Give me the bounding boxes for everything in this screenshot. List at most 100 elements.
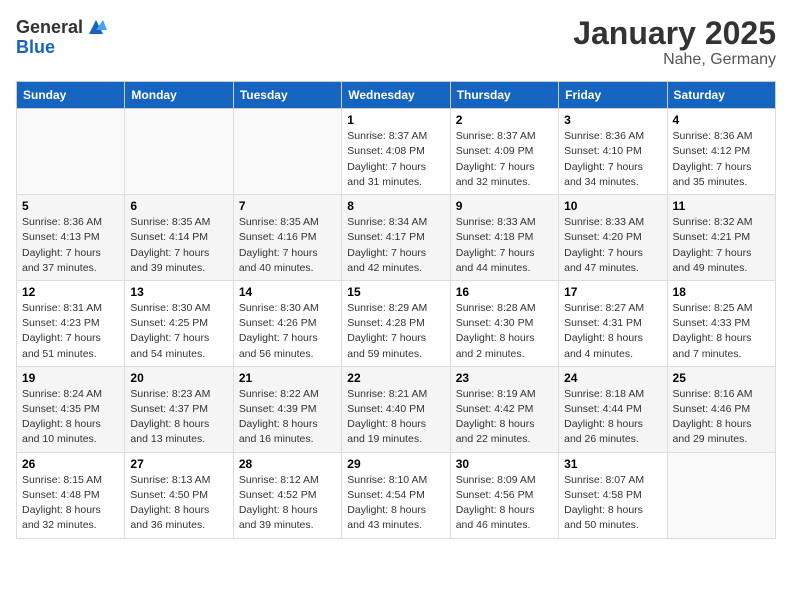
- calendar-cell: 4 Sunrise: 8:36 AM Sunset: 4:12 PM Daylig…: [667, 109, 775, 195]
- weekday-header-thursday: Thursday: [450, 82, 558, 109]
- calendar-cell: 28 Sunrise: 8:12 AM Sunset: 4:52 PM Dayli…: [233, 452, 341, 538]
- day-number: 31: [564, 457, 661, 471]
- calendar-cell: [667, 452, 775, 538]
- weekday-header-wednesday: Wednesday: [342, 82, 450, 109]
- day-info: Sunrise: 8:33 AM Sunset: 4:20 PM Dayligh…: [564, 215, 661, 276]
- calendar-cell: 24Sunrise: 8:18 AM Sunset: 4:44 PM Dayli…: [559, 366, 667, 452]
- calendar-cell: 12Sunrise: 8:31 AM Sunset: 4:23 PM Dayli…: [17, 280, 125, 366]
- weekday-header-tuesday: Tuesday: [233, 82, 341, 109]
- day-number: 11: [673, 199, 770, 213]
- day-info: Sunrise: 8:18 AM Sunset: 4:44 PM Dayligh…: [564, 387, 661, 448]
- day-number: 25: [673, 371, 770, 385]
- day-number: 19: [22, 371, 119, 385]
- calendar-cell: 13 Sunrise: 8:30 AM Sunset: 4:25 PM Dayli…: [125, 280, 233, 366]
- logo-icon: [85, 16, 107, 38]
- day-info: Sunrise: 8:27 AM Sunset: 4:31 PM Dayligh…: [564, 301, 661, 362]
- day-info: Sunrise: 8:10 AM Sunset: 4:54 PM Dayligh…: [347, 473, 444, 534]
- calendar-cell: 9Sunrise: 8:33 AM Sunset: 4:18 PM Daylig…: [450, 195, 558, 281]
- calendar-cell: 26Sunrise: 8:15 AM Sunset: 4:48 PM Dayli…: [17, 452, 125, 538]
- day-number: 4: [673, 113, 770, 127]
- weekday-header-row: SundayMondayTuesdayWednesdayThursdayFrid…: [17, 82, 776, 109]
- day-number: 18: [673, 285, 770, 299]
- day-number: 12: [22, 285, 119, 299]
- weekday-header-monday: Monday: [125, 82, 233, 109]
- calendar-cell: 31 Sunrise: 8:07 AM Sunset: 4:58 PM Dayli…: [559, 452, 667, 538]
- logo: General Blue: [16, 16, 107, 56]
- day-number: 23: [456, 371, 553, 385]
- day-number: 30: [456, 457, 553, 471]
- day-info: Sunrise: 8:35 AM Sunset: 4:14 PM Dayligh…: [130, 215, 227, 276]
- day-info: Sunrise: 8:12 AM Sunset: 4:52 PM Dayligh…: [239, 473, 336, 534]
- calendar-cell: 16Sunrise: 8:28 AM Sunset: 4:30 PM Dayli…: [450, 280, 558, 366]
- day-info: Sunrise: 8:30 AM Sunset: 4:26 PM Dayligh…: [239, 301, 336, 362]
- day-info: Sunrise: 8:29 AM Sunset: 4:28 PM Dayligh…: [347, 301, 444, 362]
- day-number: 5: [22, 199, 119, 213]
- logo-blue-text: Blue: [16, 38, 107, 56]
- calendar-cell: 20Sunrise: 8:23 AM Sunset: 4:37 PM Dayli…: [125, 366, 233, 452]
- calendar-cell: 23Sunrise: 8:19 AM Sunset: 4:42 PM Dayli…: [450, 366, 558, 452]
- day-info: Sunrise: 8:13 AM Sunset: 4:50 PM Dayligh…: [130, 473, 227, 534]
- day-number: 9: [456, 199, 553, 213]
- title-block: January 2025 Nahe, Germany: [573, 16, 776, 69]
- day-number: 1: [347, 113, 444, 127]
- day-number: 20: [130, 371, 227, 385]
- calendar-cell: 30 Sunrise: 8:09 AM Sunset: 4:56 PM Dayli…: [450, 452, 558, 538]
- day-number: 28: [239, 457, 336, 471]
- calendar-week-row: 5 Sunrise: 8:36 AM Sunset: 4:13 PM Daylig…: [17, 195, 776, 281]
- day-number: 14: [239, 285, 336, 299]
- day-info: Sunrise: 8:09 AM Sunset: 4:56 PM Dayligh…: [456, 473, 553, 534]
- day-number: 10: [564, 199, 661, 213]
- day-info: Sunrise: 8:22 AM Sunset: 4:39 PM Dayligh…: [239, 387, 336, 448]
- calendar-week-row: 26Sunrise: 8:15 AM Sunset: 4:48 PM Dayli…: [17, 452, 776, 538]
- day-number: 17: [564, 285, 661, 299]
- calendar-cell: 5 Sunrise: 8:36 AM Sunset: 4:13 PM Daylig…: [17, 195, 125, 281]
- day-info: Sunrise: 8:34 AM Sunset: 4:17 PM Dayligh…: [347, 215, 444, 276]
- calendar-cell: 8 Sunrise: 8:34 AM Sunset: 4:17 PM Daylig…: [342, 195, 450, 281]
- day-number: 29: [347, 457, 444, 471]
- calendar-cell: 15 Sunrise: 8:29 AM Sunset: 4:28 PM Dayli…: [342, 280, 450, 366]
- day-info: Sunrise: 8:36 AM Sunset: 4:12 PM Dayligh…: [673, 129, 770, 190]
- calendar-cell: 19 Sunrise: 8:24 AM Sunset: 4:35 PM Dayli…: [17, 366, 125, 452]
- day-info: Sunrise: 8:35 AM Sunset: 4:16 PM Dayligh…: [239, 215, 336, 276]
- day-info: Sunrise: 8:36 AM Sunset: 4:13 PM Dayligh…: [22, 215, 119, 276]
- weekday-header-friday: Friday: [559, 82, 667, 109]
- calendar-cell: 21 Sunrise: 8:22 AM Sunset: 4:39 PM Dayli…: [233, 366, 341, 452]
- day-number: 27: [130, 457, 227, 471]
- day-info: Sunrise: 8:36 AM Sunset: 4:10 PM Dayligh…: [564, 129, 661, 190]
- calendar-cell: 11 Sunrise: 8:32 AM Sunset: 4:21 PM Dayli…: [667, 195, 775, 281]
- day-info: Sunrise: 8:37 AM Sunset: 4:08 PM Dayligh…: [347, 129, 444, 190]
- calendar-week-row: 12Sunrise: 8:31 AM Sunset: 4:23 PM Dayli…: [17, 280, 776, 366]
- day-info: Sunrise: 8:21 AM Sunset: 4:40 PM Dayligh…: [347, 387, 444, 448]
- day-info: Sunrise: 8:07 AM Sunset: 4:58 PM Dayligh…: [564, 473, 661, 534]
- calendar-cell: 2Sunrise: 8:37 AM Sunset: 4:09 PM Daylig…: [450, 109, 558, 195]
- day-number: 3: [564, 113, 661, 127]
- day-number: 8: [347, 199, 444, 213]
- location-subtitle: Nahe, Germany: [573, 51, 776, 69]
- calendar-cell: 29 Sunrise: 8:10 AM Sunset: 4:54 PM Dayli…: [342, 452, 450, 538]
- calendar-cell: 3 Sunrise: 8:36 AM Sunset: 4:10 PM Daylig…: [559, 109, 667, 195]
- day-info: Sunrise: 8:15 AM Sunset: 4:48 PM Dayligh…: [22, 473, 119, 534]
- calendar-cell: [125, 109, 233, 195]
- logo-general-text: General: [16, 18, 83, 36]
- calendar-cell: 10 Sunrise: 8:33 AM Sunset: 4:20 PM Dayli…: [559, 195, 667, 281]
- calendar-week-row: 1 Sunrise: 8:37 AM Sunset: 4:08 PM Daylig…: [17, 109, 776, 195]
- page-header: General Blue January 2025 Nahe, Germany: [16, 16, 776, 69]
- calendar-cell: 1 Sunrise: 8:37 AM Sunset: 4:08 PM Daylig…: [342, 109, 450, 195]
- calendar-cell: 27 Sunrise: 8:13 AM Sunset: 4:50 PM Dayli…: [125, 452, 233, 538]
- calendar-week-row: 19 Sunrise: 8:24 AM Sunset: 4:35 PM Dayli…: [17, 366, 776, 452]
- day-number: 15: [347, 285, 444, 299]
- day-info: Sunrise: 8:32 AM Sunset: 4:21 PM Dayligh…: [673, 215, 770, 276]
- day-info: Sunrise: 8:30 AM Sunset: 4:25 PM Dayligh…: [130, 301, 227, 362]
- day-number: 22: [347, 371, 444, 385]
- calendar-cell: [233, 109, 341, 195]
- day-number: 7: [239, 199, 336, 213]
- calendar-cell: 6Sunrise: 8:35 AM Sunset: 4:14 PM Daylig…: [125, 195, 233, 281]
- day-number: 21: [239, 371, 336, 385]
- day-number: 2: [456, 113, 553, 127]
- calendar-cell: 17 Sunrise: 8:27 AM Sunset: 4:31 PM Dayli…: [559, 280, 667, 366]
- day-number: 13: [130, 285, 227, 299]
- day-info: Sunrise: 8:25 AM Sunset: 4:33 PM Dayligh…: [673, 301, 770, 362]
- weekday-header-sunday: Sunday: [17, 82, 125, 109]
- month-title: January 2025: [573, 16, 776, 51]
- day-info: Sunrise: 8:24 AM Sunset: 4:35 PM Dayligh…: [22, 387, 119, 448]
